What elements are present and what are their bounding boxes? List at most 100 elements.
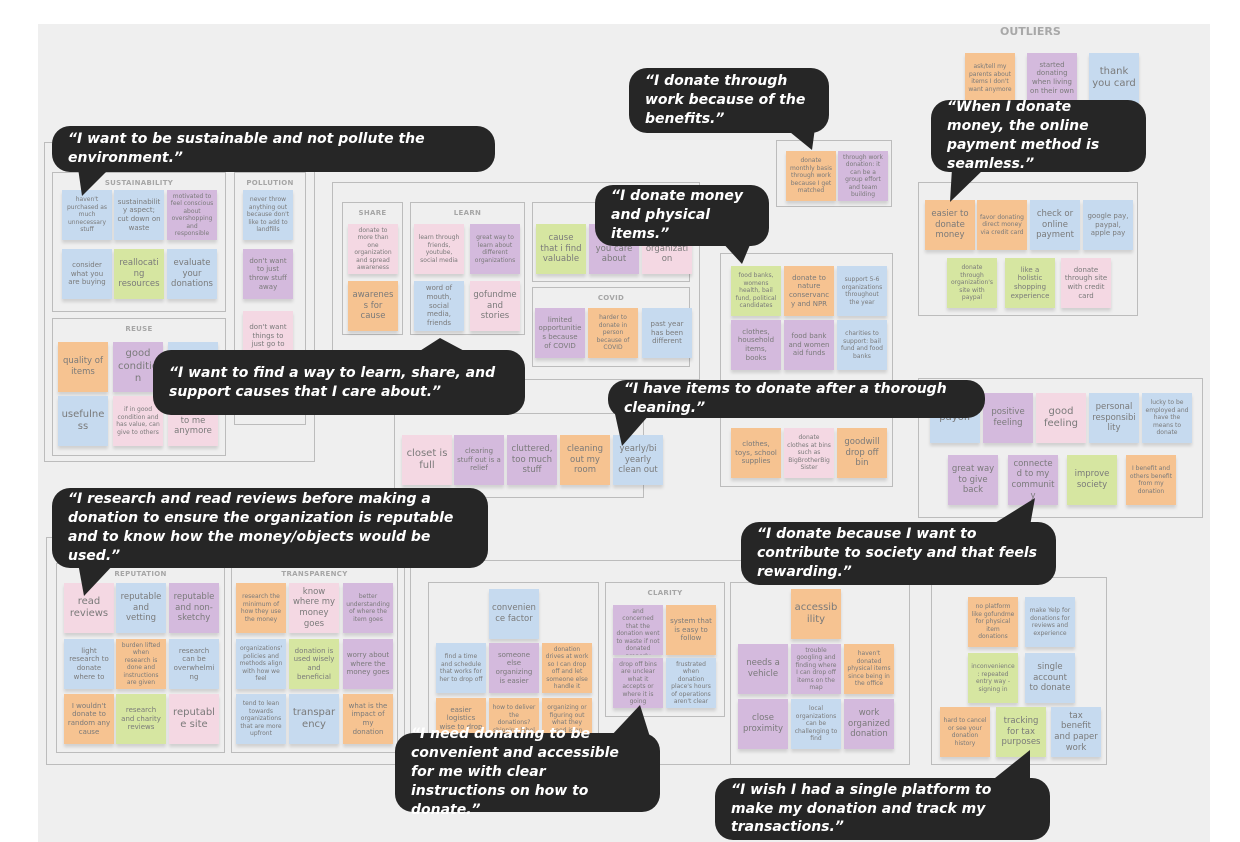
sticky-note[interactable]: clothes, household items, books bbox=[731, 320, 781, 370]
sticky-note[interactable]: evaluate your donations bbox=[167, 249, 217, 299]
sticky-note[interactable]: easier to donate money bbox=[925, 200, 975, 250]
sticky-note[interactable]: great way to learn about different organ… bbox=[470, 224, 520, 274]
sticky-note[interactable]: reputable and non-sketchy bbox=[169, 583, 219, 633]
sticky-note[interactable]: donate clothes at bins such as BigBrothe… bbox=[784, 428, 834, 478]
sticky-note[interactable]: sustainability aspect; cut down on waste bbox=[114, 190, 164, 240]
sticky-note[interactable]: tracking for tax purposes bbox=[996, 707, 1046, 757]
sticky-note[interactable]: tend to lean towards organizations that … bbox=[236, 694, 286, 744]
sticky-note[interactable]: awareness for cause bbox=[348, 281, 398, 331]
sticky-note[interactable]: light research to donate where to bbox=[64, 639, 114, 689]
sticky-note[interactable]: gofundme and stories bbox=[470, 281, 520, 331]
sticky-note[interactable]: clearing stuff out is a relief bbox=[454, 435, 504, 485]
sticky-note[interactable]: food banks, womens health, bail fund, po… bbox=[731, 266, 781, 316]
sticky-note[interactable]: reallocating resources bbox=[114, 249, 164, 299]
sticky-note[interactable]: convenience factor bbox=[489, 589, 539, 639]
sticky-note[interactable]: drop off bins are unclear what it accept… bbox=[613, 658, 663, 708]
sticky-note[interactable]: check or online payment bbox=[1030, 200, 1080, 250]
sticky-note[interactable]: cluttered, too much stuff bbox=[507, 435, 557, 485]
sticky-note[interactable]: limited opportunities because of COVID bbox=[535, 308, 585, 358]
sticky-note[interactable]: consider what you are buying bbox=[62, 249, 112, 299]
sticky-note[interactable]: food bank and women aid funds bbox=[784, 320, 834, 370]
sticky-note[interactable]: connected to my community bbox=[1008, 455, 1058, 505]
sticky-note[interactable]: good feeling bbox=[1036, 393, 1086, 443]
sticky-note[interactable]: support 5-6 organizations throughout the… bbox=[837, 266, 887, 316]
sticky-note[interactable]: I wouldn't donate to random any cause bbox=[64, 694, 114, 744]
sticky-note[interactable]: donate through organization's site with … bbox=[947, 258, 997, 308]
sticky-note[interactable]: know where my money goes bbox=[289, 583, 339, 633]
sticky-note[interactable]: someone else organizing is easier bbox=[489, 643, 539, 693]
quote-bubble: “I have items to donate after a thorough… bbox=[608, 380, 985, 418]
sticky-note[interactable]: donation is used wisely and beneficial bbox=[289, 639, 339, 689]
quote-bubble: “I donate through work because of the be… bbox=[629, 68, 829, 133]
sticky-note[interactable]: research and charity reviews bbox=[116, 694, 166, 744]
sticky-note[interactable]: clothes, toys, school supplies bbox=[731, 428, 781, 478]
sticky-note[interactable]: cleaning out my room bbox=[560, 435, 610, 485]
sticky-note[interactable]: local organizations can be challenging t… bbox=[791, 699, 841, 749]
sticky-note[interactable]: learn through friends, youtube, social m… bbox=[414, 224, 464, 274]
sticky-note[interactable]: lucky to be employed and have the means … bbox=[1142, 393, 1192, 443]
sticky-note[interactable]: burden lifted when research is done and … bbox=[116, 639, 166, 689]
sticky-note[interactable]: work organized donation bbox=[844, 699, 894, 749]
sticky-note[interactable]: find a time and schedule that works for … bbox=[436, 643, 486, 693]
sticky-note[interactable]: donate through site with credit card bbox=[1061, 258, 1111, 308]
sticky-note[interactable]: personal responsibility bbox=[1089, 393, 1139, 443]
sticky-note[interactable]: donate to nature conservancy and NPR bbox=[784, 266, 834, 316]
sticky-note[interactable]: haven't purchased as much unnecessary st… bbox=[62, 190, 112, 240]
sticky-note[interactable]: never throw anything out because don't l… bbox=[243, 190, 293, 240]
sticky-note[interactable]: reputable and vetting bbox=[116, 583, 166, 633]
sticky-note[interactable]: organizations' policies and methods alig… bbox=[236, 639, 286, 689]
sticky-note[interactable]: inconvenience: repeated entry way - sign… bbox=[968, 653, 1018, 703]
sticky-note[interactable]: better understanding of where the item g… bbox=[343, 583, 393, 633]
sticky-note[interactable]: what is the impact of my donation bbox=[343, 694, 393, 744]
sticky-note[interactable]: harder to donate in person because of CO… bbox=[588, 308, 638, 358]
sticky-note[interactable]: like a holistic shopping experience bbox=[1005, 258, 1055, 308]
sticky-note[interactable]: motivated to feel conscious about oversh… bbox=[167, 190, 217, 240]
group-title: REPUTATION bbox=[114, 570, 167, 578]
sticky-note[interactable]: system that is easy to follow bbox=[666, 605, 716, 655]
sticky-note[interactable]: through work donation: it can be a group… bbox=[838, 151, 888, 201]
sticky-note[interactable]: charities to support: bail fund and food… bbox=[837, 320, 887, 370]
sticky-note[interactable]: tax benefit and paper work bbox=[1051, 707, 1101, 757]
sticky-note[interactable]: word of mouth, social media, friends bbox=[414, 281, 464, 331]
quote-text: “I have items to donate after a thorough… bbox=[624, 381, 947, 416]
group-title: LEARN bbox=[453, 209, 482, 217]
sticky-note[interactable]: feel worried and concerned that the dona… bbox=[613, 605, 663, 655]
quote-text: “I donate through work because of the be… bbox=[645, 73, 806, 127]
sticky-note[interactable]: accessibility bbox=[791, 589, 841, 639]
sticky-note[interactable]: research can be overwhelming bbox=[169, 639, 219, 689]
sticky-note[interactable]: google pay, paypal, apple pay bbox=[1083, 200, 1133, 250]
sticky-note[interactable]: no platform like gofundme for physical i… bbox=[968, 597, 1018, 647]
sticky-note[interactable]: closet is full bbox=[402, 435, 452, 485]
sticky-note[interactable]: reputable site bbox=[169, 694, 219, 744]
sticky-note[interactable]: goodwill drop off bin bbox=[837, 428, 887, 478]
sticky-note[interactable]: worry about where the money goes bbox=[343, 639, 393, 689]
sticky-note[interactable]: donate to more than one organization and… bbox=[348, 224, 398, 274]
sticky-note[interactable]: thank you card bbox=[1089, 53, 1139, 103]
sticky-note[interactable]: read reviews bbox=[64, 583, 114, 633]
sticky-note[interactable]: close proximity bbox=[738, 699, 788, 749]
sticky-note[interactable]: ask/tell my parents about items I don't … bbox=[965, 53, 1015, 103]
sticky-note[interactable]: trouble googling and finding where I can… bbox=[791, 644, 841, 694]
sticky-note[interactable]: past year has been different bbox=[642, 308, 692, 358]
sticky-note[interactable]: make Yelp for donations for reviews and … bbox=[1025, 597, 1075, 647]
sticky-note[interactable]: started donating when living on their ow… bbox=[1027, 53, 1077, 103]
sticky-note[interactable]: positive feeling bbox=[983, 393, 1033, 443]
sticky-note[interactable]: yearly/bi yearly clean out bbox=[613, 435, 663, 485]
sticky-note[interactable]: I benefit and others benefit from my don… bbox=[1126, 455, 1176, 505]
sticky-note[interactable]: improve society bbox=[1067, 455, 1117, 505]
sticky-note[interactable]: donate monthly basis through work becaus… bbox=[786, 151, 836, 201]
sticky-note[interactable]: single account to donate bbox=[1025, 653, 1075, 703]
sticky-note[interactable]: cause that i find valuable bbox=[536, 224, 586, 274]
sticky-note[interactable]: frustrated when donation place's hours o… bbox=[666, 658, 716, 708]
sticky-note[interactable]: transparency bbox=[289, 694, 339, 744]
sticky-note[interactable]: needs a vehicle bbox=[738, 644, 788, 694]
sticky-note[interactable]: don't want to just throw stuff away bbox=[243, 249, 293, 299]
sticky-note[interactable]: haven't donated physical items since bei… bbox=[844, 644, 894, 694]
sticky-note[interactable]: research the minimum of how they use the… bbox=[236, 583, 286, 633]
sticky-note[interactable]: favor donating direct money via credit c… bbox=[977, 200, 1027, 250]
sticky-note[interactable]: hard to cancel or see your donation hist… bbox=[940, 707, 990, 757]
sticky-note[interactable]: great way to give back bbox=[948, 455, 998, 505]
sticky-note[interactable]: usefulness bbox=[58, 396, 108, 446]
sticky-note[interactable]: quality of items bbox=[58, 342, 108, 392]
sticky-note[interactable]: donation drives at work so I can drop of… bbox=[542, 643, 592, 693]
